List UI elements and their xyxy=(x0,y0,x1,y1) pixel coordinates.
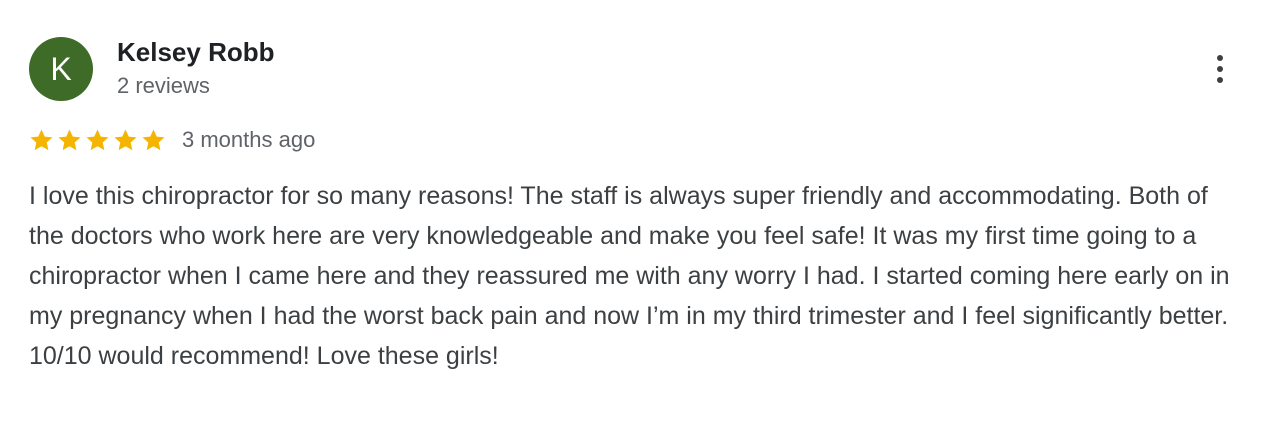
more-options-button[interactable] xyxy=(1203,49,1237,89)
review-count[interactable]: 2 reviews xyxy=(117,73,210,99)
review-time: 3 months ago xyxy=(182,127,316,152)
star-icon xyxy=(28,127,55,154)
review-card: K Kelsey Robb 2 reviews 3 months ago I l… xyxy=(0,0,1268,444)
more-vertical-icon-dot xyxy=(1217,66,1223,72)
star-icon xyxy=(56,127,83,154)
more-vertical-icon xyxy=(1217,55,1223,61)
avatar[interactable]: K xyxy=(29,37,93,101)
rating-row: 3 months ago xyxy=(28,124,315,156)
star-icon xyxy=(112,127,139,154)
star-icon xyxy=(84,127,111,154)
avatar-initial: K xyxy=(50,51,72,87)
review-text: I love this chiropractor for so many rea… xyxy=(29,182,1230,370)
star-icon xyxy=(140,127,167,154)
more-vertical-icon-dot xyxy=(1217,77,1223,83)
reviewer-name[interactable]: Kelsey Robb xyxy=(117,37,275,68)
star-rating xyxy=(28,127,167,154)
